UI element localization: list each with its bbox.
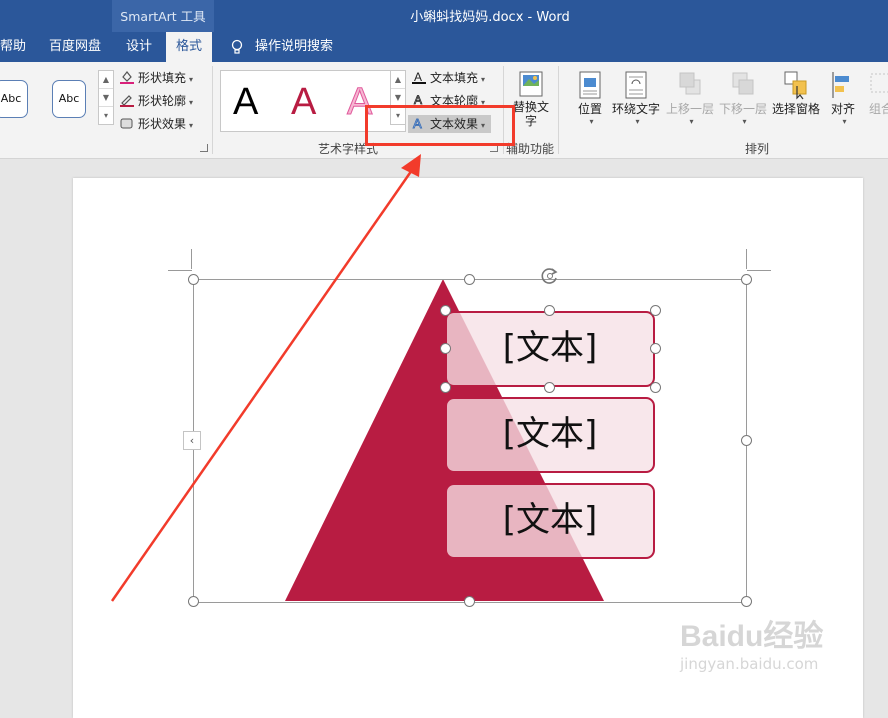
- resize-handle[interactable]: [464, 596, 475, 607]
- text-pane-toggle-icon[interactable]: ‹: [183, 431, 201, 450]
- shape-resize-handle[interactable]: [440, 382, 451, 393]
- shape-resize-handle[interactable]: [544, 382, 555, 393]
- rotate-handle-icon[interactable]: [540, 266, 560, 286]
- shape-resize-handle[interactable]: [650, 382, 661, 393]
- smartart-text-box-3[interactable]: [文本]: [445, 483, 655, 559]
- smartart-text-box-1[interactable]: [文本]: [445, 311, 655, 387]
- shape-resize-handle[interactable]: [544, 305, 555, 316]
- shape-resize-handle[interactable]: [650, 343, 661, 354]
- shape-resize-handle[interactable]: [440, 305, 451, 316]
- shape-resize-handle[interactable]: [440, 343, 451, 354]
- baidu-watermark: Baidu经验 jingyan.baidu.com: [680, 620, 823, 674]
- shape-resize-handle[interactable]: [650, 305, 661, 316]
- resize-handle[interactable]: [741, 596, 752, 607]
- resize-handle[interactable]: [741, 274, 752, 285]
- resize-handle[interactable]: [741, 435, 752, 446]
- watermark-brand: Baidu经验: [680, 620, 824, 653]
- highlight-box: [365, 105, 515, 146]
- watermark-url: jingyan.baidu.com: [680, 655, 819, 673]
- smartart-text-box-2[interactable]: [文本]: [445, 397, 655, 473]
- resize-handle[interactable]: [188, 274, 199, 285]
- resize-handle[interactable]: [188, 596, 199, 607]
- resize-handle[interactable]: [464, 274, 475, 285]
